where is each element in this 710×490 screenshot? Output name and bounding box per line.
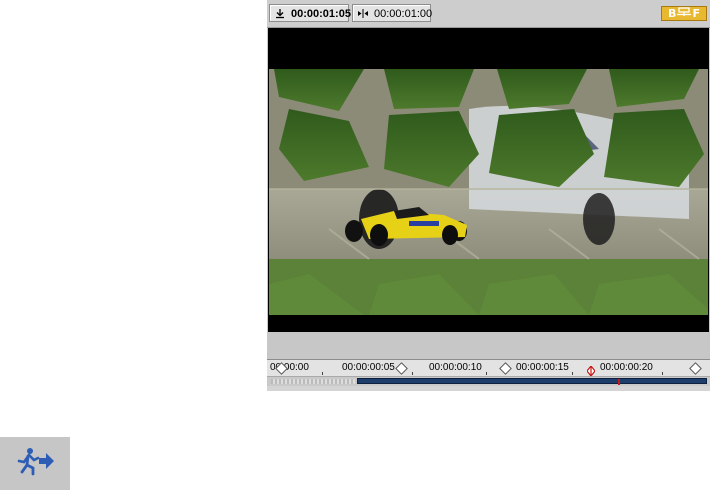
current-position-marker: [618, 379, 620, 385]
ruler-tick: [662, 372, 663, 375]
video-frame: [269, 69, 708, 315]
badge-right-letter: F: [692, 7, 700, 20]
video-preview[interactable]: [268, 28, 709, 332]
transition-preview-image: [269, 69, 708, 315]
download-icon: [274, 5, 286, 22]
swap-icon: [677, 7, 692, 20]
ruler-tick: [486, 372, 487, 375]
position-timecode-field[interactable]: 00:00:01:05: [269, 4, 351, 22]
trim-icon: [357, 5, 369, 22]
ruler-tick: [322, 372, 323, 375]
preview-panel: 00:00:01:05 00:00:01:00 B F 00:00:00 00:…: [267, 0, 710, 391]
ruler-tick: [412, 372, 413, 375]
badge-left-letter: B: [668, 7, 677, 20]
preview-toolbar: 00:00:01:05 00:00:01:00 B F: [267, 0, 710, 28]
position-timecode: 00:00:01:05: [291, 8, 351, 20]
run-transition-button[interactable]: [0, 437, 70, 490]
timeline-label: 00:00:00:20: [600, 362, 653, 373]
scroll-thumb[interactable]: [357, 378, 707, 384]
keyframe-marker[interactable]: [395, 362, 408, 375]
playhead-marker[interactable]: [586, 363, 596, 377]
timeline-label: 00:00:00:10: [429, 362, 482, 373]
timeline-bar[interactable]: 00:00:00 00:00:00:05 00:00:00:10 00:00:0…: [267, 359, 710, 391]
runner-arrow-icon: [15, 446, 55, 481]
duration-timecode: 00:00:01:00: [374, 8, 433, 20]
timeline-ruler[interactable]: 00:00:00 00:00:00:05 00:00:00:10 00:00:0…: [267, 360, 710, 377]
timeline-scrollbar[interactable]: [267, 377, 710, 386]
ruler-tick: [572, 372, 573, 375]
scroll-track: [271, 379, 355, 384]
timeline-label: 00:00:00:15: [516, 362, 569, 373]
timeline-label: 00:00:00:05: [342, 362, 395, 373]
keyframe-marker[interactable]: [689, 362, 702, 375]
keyframe-marker[interactable]: [499, 362, 512, 375]
b-to-f-toggle[interactable]: B F: [661, 6, 707, 21]
duration-timecode-field[interactable]: 00:00:01:00: [352, 4, 433, 22]
